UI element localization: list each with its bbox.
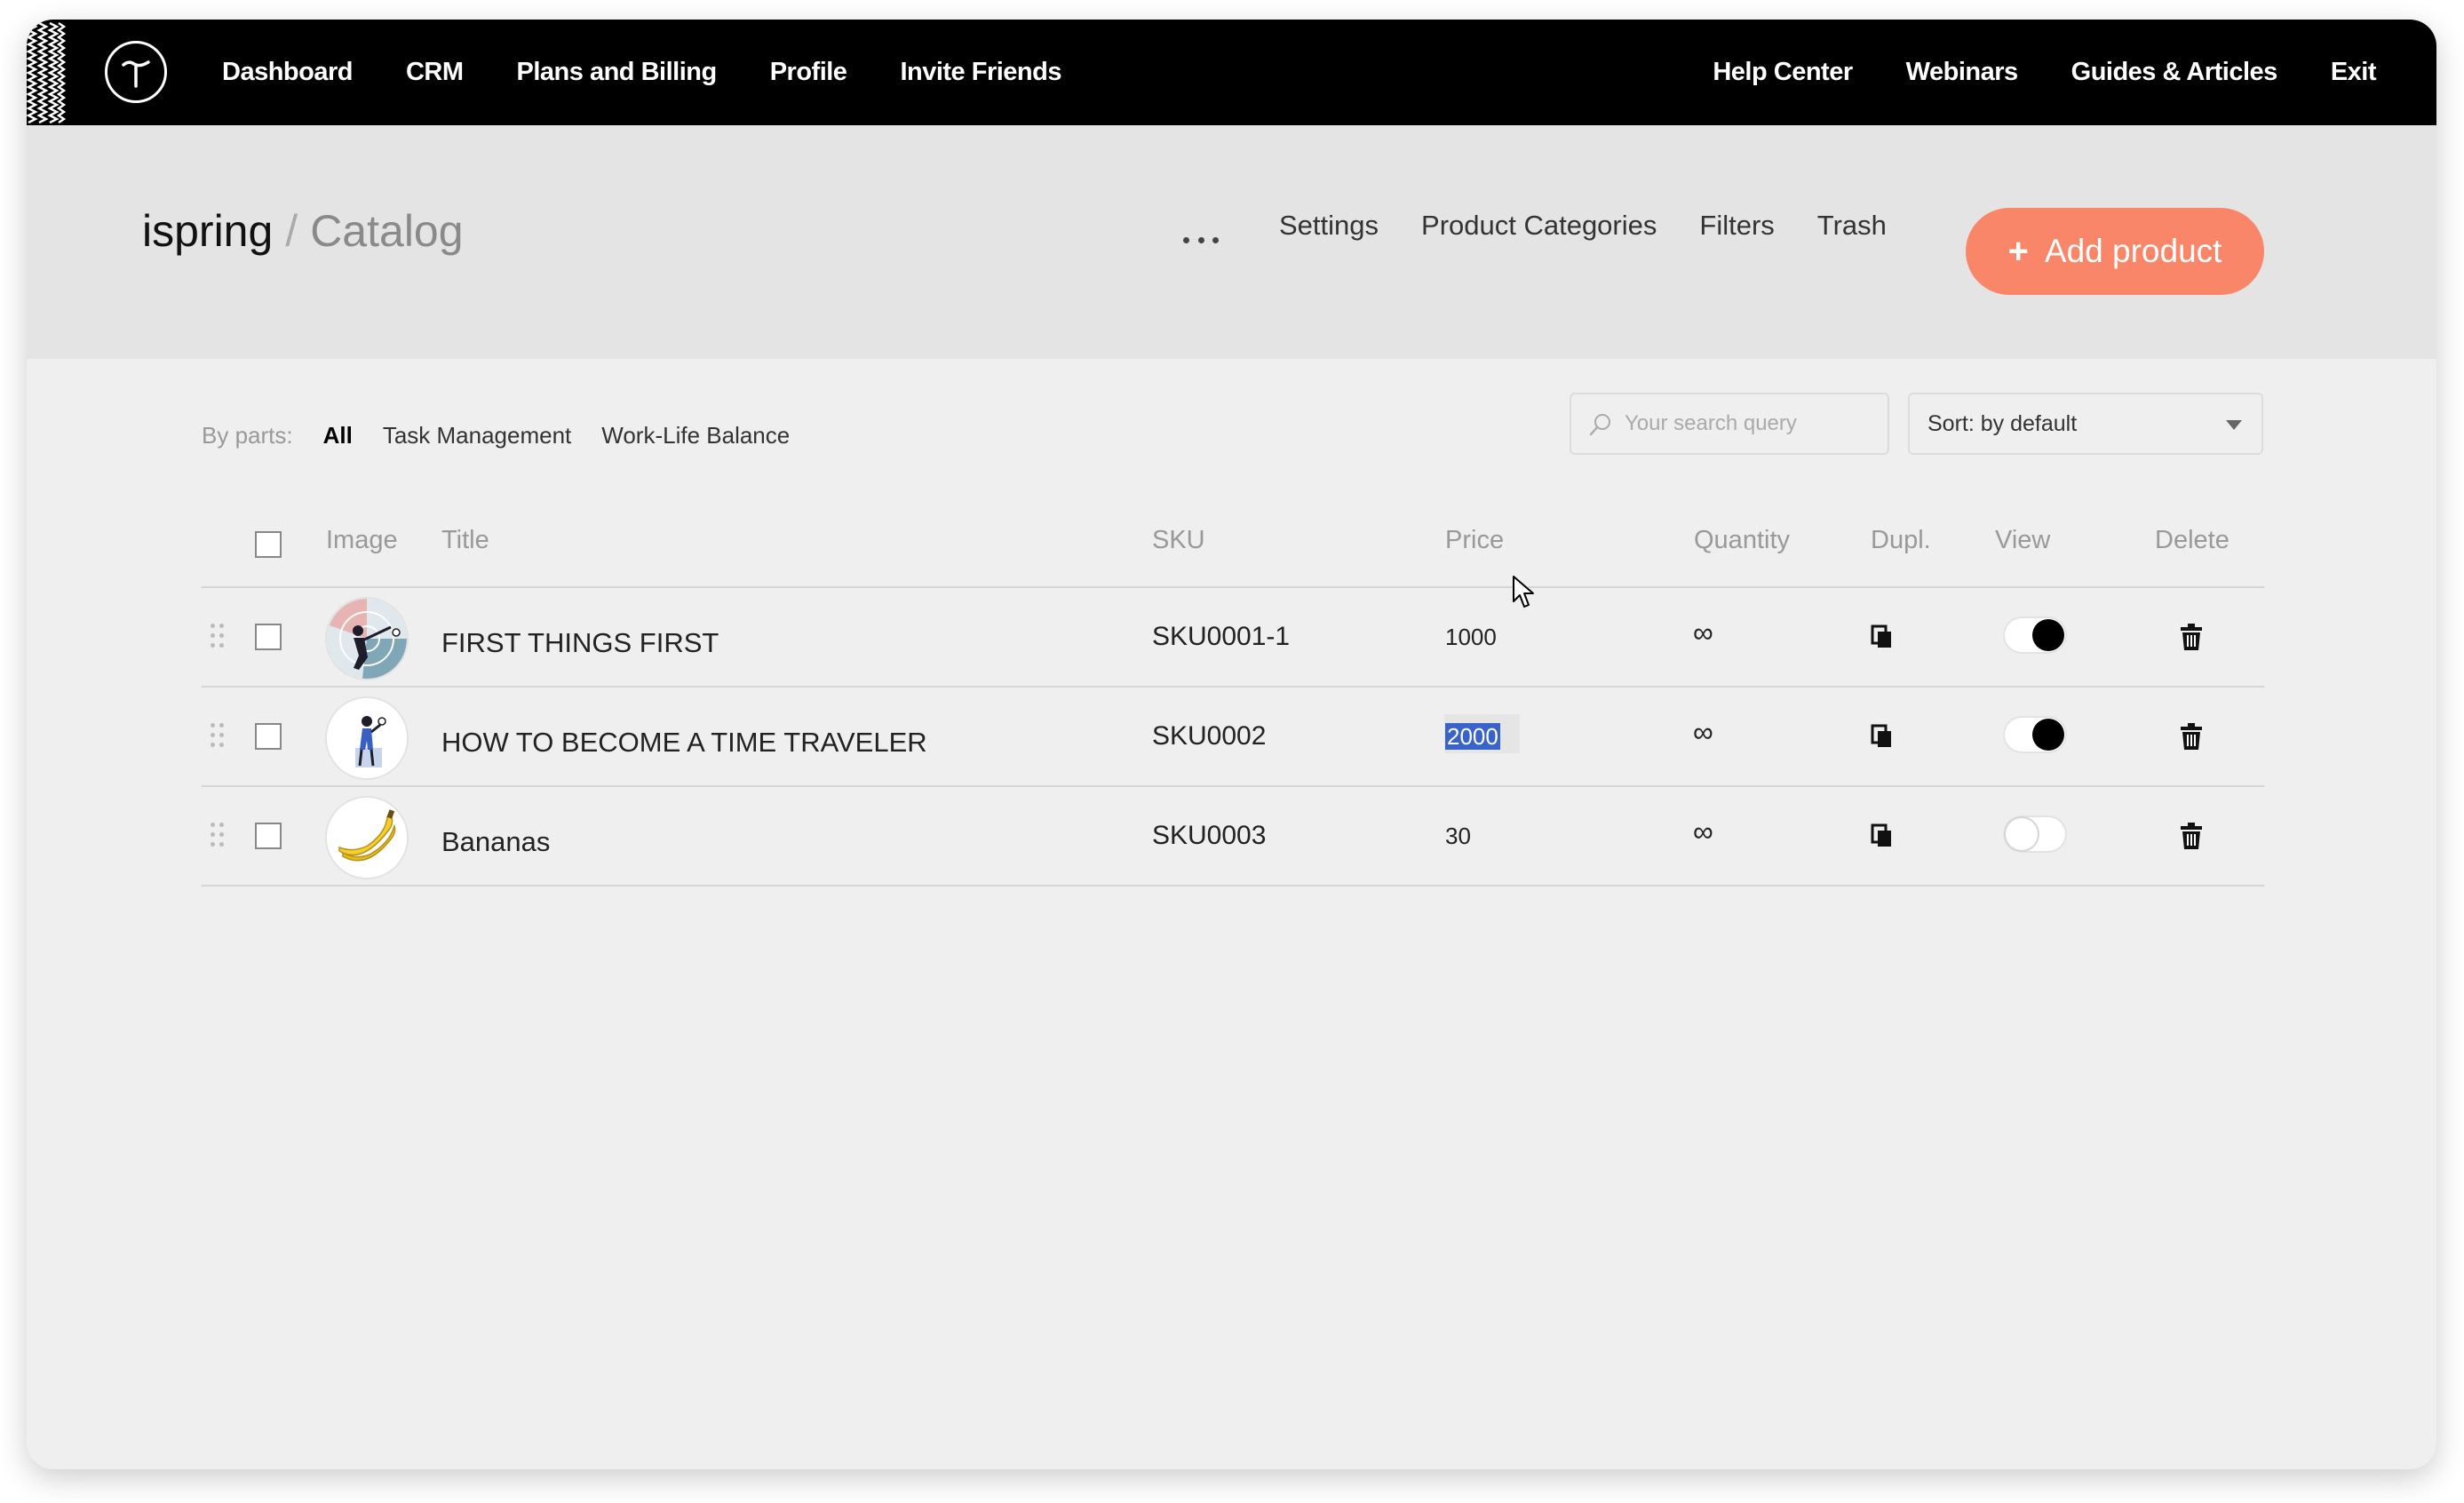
column-header-quantity[interactable]: Quantity <box>1694 526 1790 555</box>
nav-profile[interactable]: Profile <box>770 58 847 87</box>
nav-dashboard[interactable]: Dashboard <box>222 58 353 87</box>
trash-link[interactable]: Trash <box>1817 210 1887 242</box>
sort-value: Sort: by default <box>1927 410 2078 436</box>
product-image-time-traveler[interactable] <box>327 698 407 778</box>
product-image-bananas[interactable] <box>327 798 407 878</box>
breadcrumb-separator: / <box>285 206 298 256</box>
banana-icon <box>327 798 407 878</box>
product-categories-link[interactable]: Product Categories <box>1421 210 1657 242</box>
product-sku[interactable]: SKU0002 <box>1152 721 1266 752</box>
nav-webinars[interactable]: Webinars <box>1906 58 2019 87</box>
top-navigation-bar: Dashboard CRM Plans and Billing Profile … <box>27 20 2436 125</box>
duplicate-icon[interactable] <box>1871 724 1894 749</box>
nav-guides-articles[interactable]: Guides & Articles <box>2071 58 2278 87</box>
table-divider <box>202 885 2264 887</box>
breadcrumb-project[interactable]: ispring <box>142 206 273 256</box>
visibility-toggle[interactable] <box>2003 616 2067 654</box>
page-title: Catalog <box>310 206 464 256</box>
product-price[interactable]: 1000 <box>1445 624 1497 651</box>
product-price-editing[interactable]: 2000 <box>1445 723 1500 751</box>
duplicate-icon[interactable] <box>1871 823 1894 848</box>
product-price[interactable]: 30 <box>1445 823 1471 850</box>
settings-link[interactable]: Settings <box>1279 210 1379 242</box>
sort-select[interactable]: Sort: by default <box>1908 393 2263 455</box>
search-icon <box>1589 414 1610 436</box>
part-work-life-balance[interactable]: Work-Life Balance <box>601 422 790 449</box>
part-all[interactable]: All <box>323 422 353 449</box>
mouse-cursor-icon <box>1513 576 1534 608</box>
nav-crm[interactable]: CRM <box>406 58 464 87</box>
product-quantity[interactable]: ∞ <box>1693 616 1713 649</box>
nav-help-center[interactable]: Help Center <box>1713 58 1853 87</box>
product-quantity[interactable]: ∞ <box>1693 815 1713 848</box>
column-header-title[interactable]: Title <box>441 526 489 555</box>
product-quantity[interactable]: ∞ <box>1693 716 1713 749</box>
table-row: HOW TO BECOME A TIME TRAVELER SKU0002 20… <box>27 688 2436 785</box>
product-image-archer[interactable] <box>327 599 407 679</box>
parts-filter-label: By parts: <box>202 422 293 449</box>
part-task-management[interactable]: Task Management <box>383 422 571 449</box>
add-product-button[interactable]: + Add product <box>1966 208 2264 295</box>
filters-link[interactable]: Filters <box>1699 210 1774 242</box>
more-options-icon[interactable] <box>1183 234 1219 246</box>
product-title[interactable]: HOW TO BECOME A TIME TRAVELER <box>441 727 927 759</box>
product-title[interactable]: Bananas <box>441 826 550 858</box>
search-input[interactable] <box>1623 410 1875 437</box>
tilda-logo-icon[interactable] <box>105 41 167 103</box>
app-window: Dashboard CRM Plans and Billing Profile … <box>27 20 2436 1469</box>
table-row: Bananas SKU0003 30 ∞ <box>27 787 2436 885</box>
zigzag-pattern-icon <box>27 21 66 124</box>
catalog-header: ispring / Catalog Settings Product Categor… <box>27 125 2436 359</box>
add-product-label: Add product <box>2044 233 2222 269</box>
row-checkbox[interactable] <box>255 823 282 849</box>
column-header-sku[interactable]: SKU <box>1152 526 1205 555</box>
catalog-links: Settings Product Categories Filters Tras… <box>1279 210 1929 242</box>
trash-icon[interactable] <box>2181 723 2202 750</box>
table-row: FIRST THINGS FIRST SKU0001-1 1000 ∞ <box>27 588 2436 686</box>
nav-invite-friends[interactable]: Invite Friends <box>900 58 1061 87</box>
trash-icon[interactable] <box>2181 823 2202 849</box>
drag-handle-icon[interactable] <box>211 823 225 851</box>
plus-icon: + <box>2007 231 2029 271</box>
visibility-toggle[interactable] <box>2003 815 2067 853</box>
secondary-nav: Help Center Webinars Guides & Articles E… <box>1659 20 2376 125</box>
breadcrumb: ispring / Catalog <box>142 205 464 257</box>
column-header-delete: Delete <box>2155 526 2230 554</box>
column-header-image: Image <box>326 526 398 554</box>
trash-icon[interactable] <box>2181 624 2202 650</box>
nav-plans-and-billing[interactable]: Plans and Billing <box>517 58 718 87</box>
parts-filter: By parts: All Task Management Work-Life … <box>202 422 820 449</box>
nav-exit[interactable]: Exit <box>2331 58 2377 87</box>
column-header-view: View <box>1995 526 2051 554</box>
product-sku[interactable]: SKU0003 <box>1152 821 1266 851</box>
product-title[interactable]: FIRST THINGS FIRST <box>441 627 719 659</box>
selected-price-text: 2000 <box>1445 723 1500 750</box>
column-header-duplicate: Dupl. <box>1871 526 1931 554</box>
duplicate-icon[interactable] <box>1871 624 1894 649</box>
row-checkbox[interactable] <box>255 624 282 650</box>
search-box <box>1570 393 1889 455</box>
main-nav: Dashboard CRM Plans and Billing Profile … <box>222 20 1115 125</box>
drag-handle-icon[interactable] <box>211 624 225 652</box>
column-header-price[interactable]: Price <box>1445 526 1504 555</box>
select-all-checkbox[interactable] <box>255 531 282 558</box>
product-sku[interactable]: SKU0001-1 <box>1152 622 1290 652</box>
drag-handle-icon[interactable] <box>211 723 225 752</box>
chevron-down-icon <box>2226 420 2242 430</box>
table-header: Image Title SKU Price Quantity Dupl. Vie… <box>27 526 2436 561</box>
archer-illustration-icon <box>327 599 407 679</box>
time-traveler-illustration-icon <box>327 698 407 778</box>
visibility-toggle[interactable] <box>2003 716 2067 753</box>
row-checkbox[interactable] <box>255 723 282 750</box>
